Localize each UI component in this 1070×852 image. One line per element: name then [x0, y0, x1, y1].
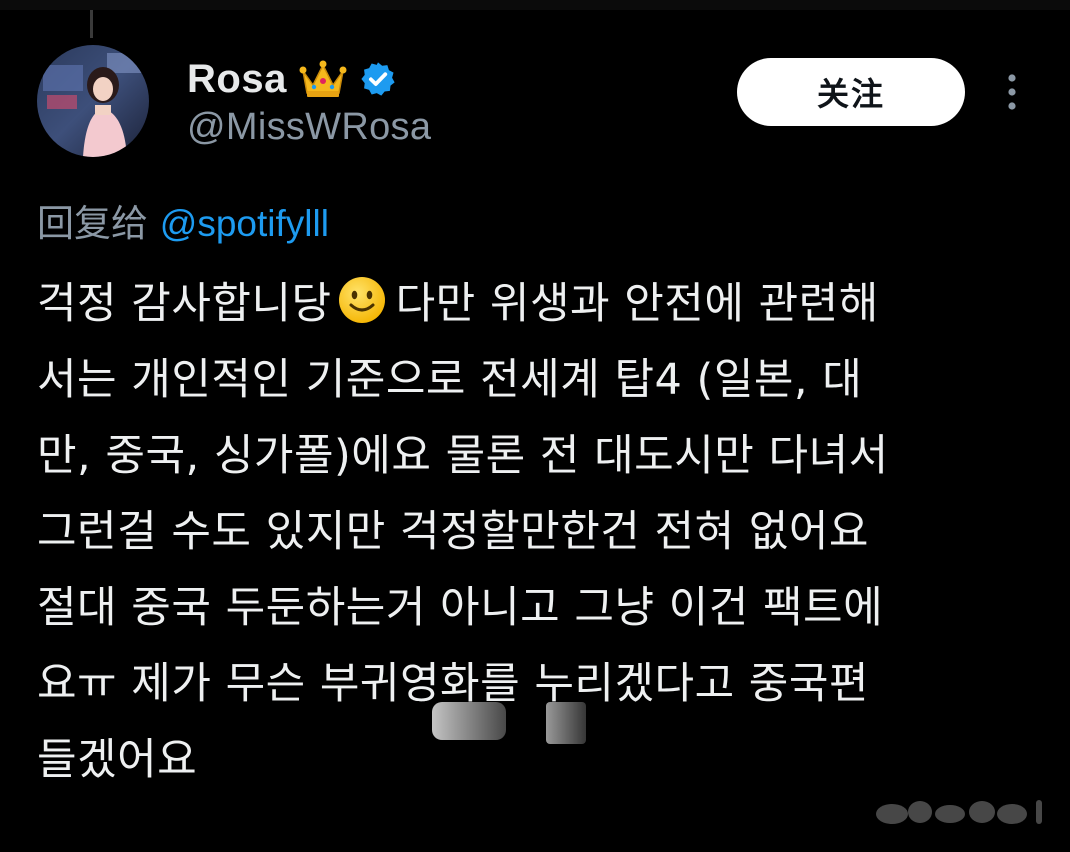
tweet-line-1-end: 다만 위생과 안전에 관련해 — [395, 279, 879, 329]
crown-icon — [299, 57, 347, 101]
author-display-name[interactable]: Rosa — [187, 57, 287, 102]
tweet-line-5: 절대 중국 두둔하는거 아니고 그냥 이건 팩트에 — [37, 583, 884, 633]
author-handle[interactable]: @MissWRosa — [187, 106, 431, 149]
avatar[interactable] — [37, 45, 149, 157]
top-divider — [0, 0, 1070, 10]
tweet-line-7: 들겠어요 — [37, 735, 198, 785]
author-name-row: Rosa — [187, 54, 397, 104]
redaction-blur — [546, 702, 586, 744]
tweet-line-3: 만, 중국, 싱가폴)에요 물론 전 대도시만 다녀서 — [37, 431, 889, 481]
reply-target-link[interactable]: @spotifylll — [160, 203, 329, 244]
redaction-blur — [432, 702, 506, 740]
tweet-line-6: 요ㅠ 제가 무슨 부귀영화를 누리겠다고 중국편 — [37, 659, 869, 709]
tweet-line-4: 그런걸 수도 있지만 걱정할만한건 전혀 없어요 — [37, 507, 869, 557]
more-icon[interactable] — [1002, 72, 1022, 112]
thread-connector-line — [90, 10, 93, 38]
verified-icon — [359, 60, 397, 98]
follow-button[interactable]: 关注 — [737, 58, 965, 126]
reply-context: 回复给 @spotifylll — [37, 193, 329, 247]
tweet-line-2: 서는 개인적인 기준으로 전세계 탑4 (일본, 대 — [37, 355, 863, 405]
tweet-line-1: 걱정 감사합니당 다만 위생과 안전에 관련해 — [37, 262, 1037, 338]
tweet-line-1-start: 걱정 감사합니당 — [37, 279, 332, 329]
tweet-text: 걱정 감사합니당 다만 위생과 안전에 관련해 서는 개인적인 기준으로 전세계… — [37, 262, 1037, 794]
reply-prefix: 回复给 — [37, 202, 160, 245]
watermark-graphic — [870, 792, 1050, 832]
smile-icon — [336, 274, 388, 326]
